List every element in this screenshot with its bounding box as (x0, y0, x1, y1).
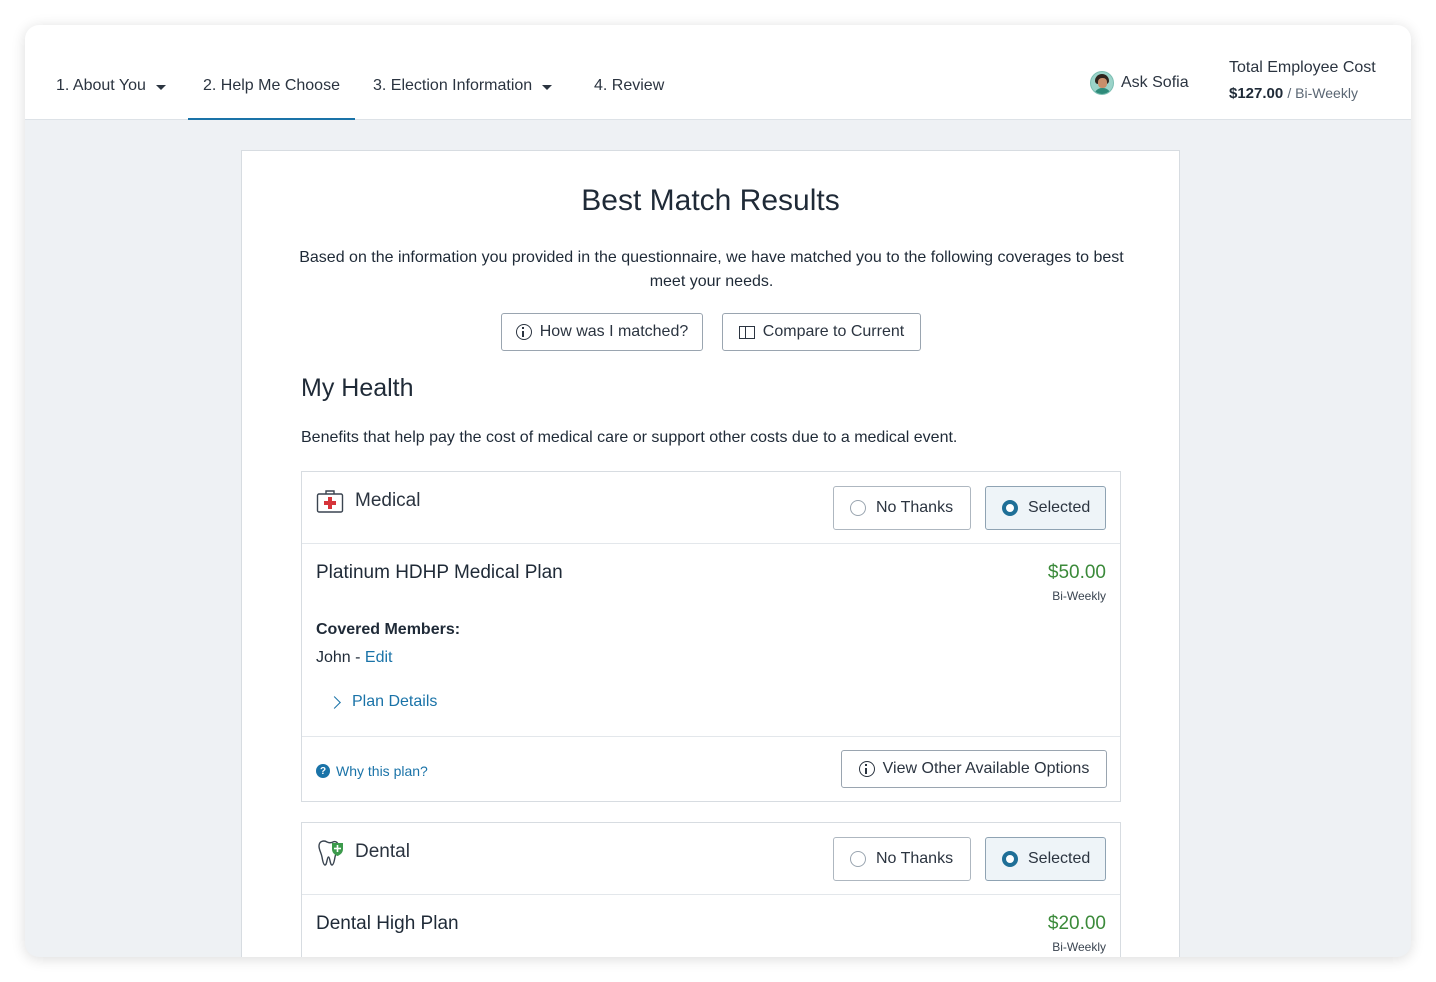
view-other-options-button[interactable]: View Other Available Options (841, 750, 1107, 788)
how-matched-button[interactable]: How was I matched? (501, 313, 703, 351)
tab-label: 4. Review (594, 77, 665, 94)
radio-unselected-icon (850, 851, 866, 867)
app-window: 1. About You 2. Help Me Choose 3. Electi… (25, 25, 1411, 957)
compare-columns-icon (738, 325, 755, 339)
section-description: Benefits that help pay the cost of medic… (301, 429, 958, 446)
medical-kit-icon (316, 490, 344, 513)
member-separator: - (350, 649, 365, 666)
covered-member: John - Edit (316, 649, 393, 667)
section-title: My Health (301, 374, 414, 402)
results-intro: Based on the information you provided in… (299, 249, 1124, 290)
tab-help-me-choose[interactable]: 2. Help Me Choose (188, 77, 355, 120)
tooth-shield-icon (318, 840, 343, 866)
how-matched-label: How was I matched? (539, 323, 689, 340)
top-navigation: 1. About You 2. Help Me Choose 3. Electi… (25, 25, 1411, 120)
tab-review[interactable]: 4. Review (594, 77, 664, 120)
info-icon (858, 761, 875, 777)
chevron-right-icon (328, 695, 341, 709)
caret-down-icon (542, 85, 553, 90)
help-icon: ? (316, 764, 330, 778)
edit-members-link[interactable]: Edit (365, 649, 393, 666)
tab-label: 1. About You (56, 77, 146, 94)
tab-election-information[interactable]: 3. Election Information (373, 77, 553, 120)
no-thanks-option[interactable]: No Thanks (833, 486, 971, 530)
why-this-plan-link[interactable]: ? Why this plan? (316, 763, 428, 779)
no-thanks-option[interactable]: No Thanks (833, 837, 971, 881)
selected-label: Selected (1028, 850, 1091, 867)
cost-label: Total Employee Cost (1229, 59, 1376, 76)
ask-sofia-label: Ask Sofia (1121, 74, 1189, 91)
sofia-avatar-icon (1090, 71, 1114, 95)
plan-details-label: Plan Details (352, 693, 438, 710)
no-thanks-label: No Thanks (876, 499, 954, 516)
selected-label: Selected (1028, 499, 1091, 516)
compare-to-current-button[interactable]: Compare to Current (722, 313, 921, 351)
cost-amount: $127.00 (1229, 85, 1284, 102)
radio-selected-icon (1002, 500, 1018, 516)
member-name: John (316, 649, 351, 666)
radio-selected-icon (1002, 851, 1018, 867)
tab-label: 3. Election Information (373, 77, 533, 94)
benefit-header: Medical No Thanks Selected (302, 472, 1120, 544)
radio-unselected-icon (850, 500, 866, 516)
plan-period: Bi-Weekly (1052, 589, 1106, 603)
selected-option[interactable]: Selected (985, 837, 1106, 881)
selected-option[interactable]: Selected (985, 486, 1106, 530)
plan-price: $50.00 (1047, 562, 1106, 583)
plan-details-toggle[interactable]: Plan Details (328, 693, 438, 711)
benefit-name: Dental (355, 841, 410, 862)
covered-members-label: Covered Members: (316, 621, 461, 638)
benefit-name: Medical (355, 490, 421, 511)
caret-down-icon (155, 85, 166, 90)
plan-price: $20.00 (1047, 913, 1106, 934)
cost-period: / Bi-Weekly (1287, 85, 1358, 101)
results-card: Best Match Results Based on the informat… (241, 150, 1180, 957)
tab-about-you[interactable]: 1. About You (56, 77, 166, 120)
plan-period: Bi-Weekly (1052, 940, 1106, 954)
info-icon (515, 324, 532, 340)
other-options-label: View Other Available Options (882, 760, 1090, 777)
page-title: Best Match Results (581, 184, 840, 217)
no-thanks-label: No Thanks (876, 850, 954, 867)
benefit-card-medical: Medical No Thanks Selected Platinum HDHP… (301, 471, 1121, 802)
compare-label: Compare to Current (762, 323, 905, 340)
benefit-card-dental: Dental No Thanks Selected Dental High Pl… (301, 822, 1121, 957)
plan-name: Dental High Plan (316, 913, 459, 934)
ask-sofia-button[interactable]: Ask Sofia (1090, 71, 1189, 95)
why-label: Why this plan? (336, 763, 428, 779)
tab-label: 2. Help Me Choose (203, 77, 340, 94)
benefit-footer: ? Why this plan? View Other Available Op… (302, 736, 1120, 802)
plan-name: Platinum HDHP Medical Plan (316, 562, 563, 583)
benefit-header: Dental No Thanks Selected (302, 823, 1120, 895)
total-employee-cost: Total Employee Cost $127.00 / Bi-Weekly (1229, 59, 1376, 102)
